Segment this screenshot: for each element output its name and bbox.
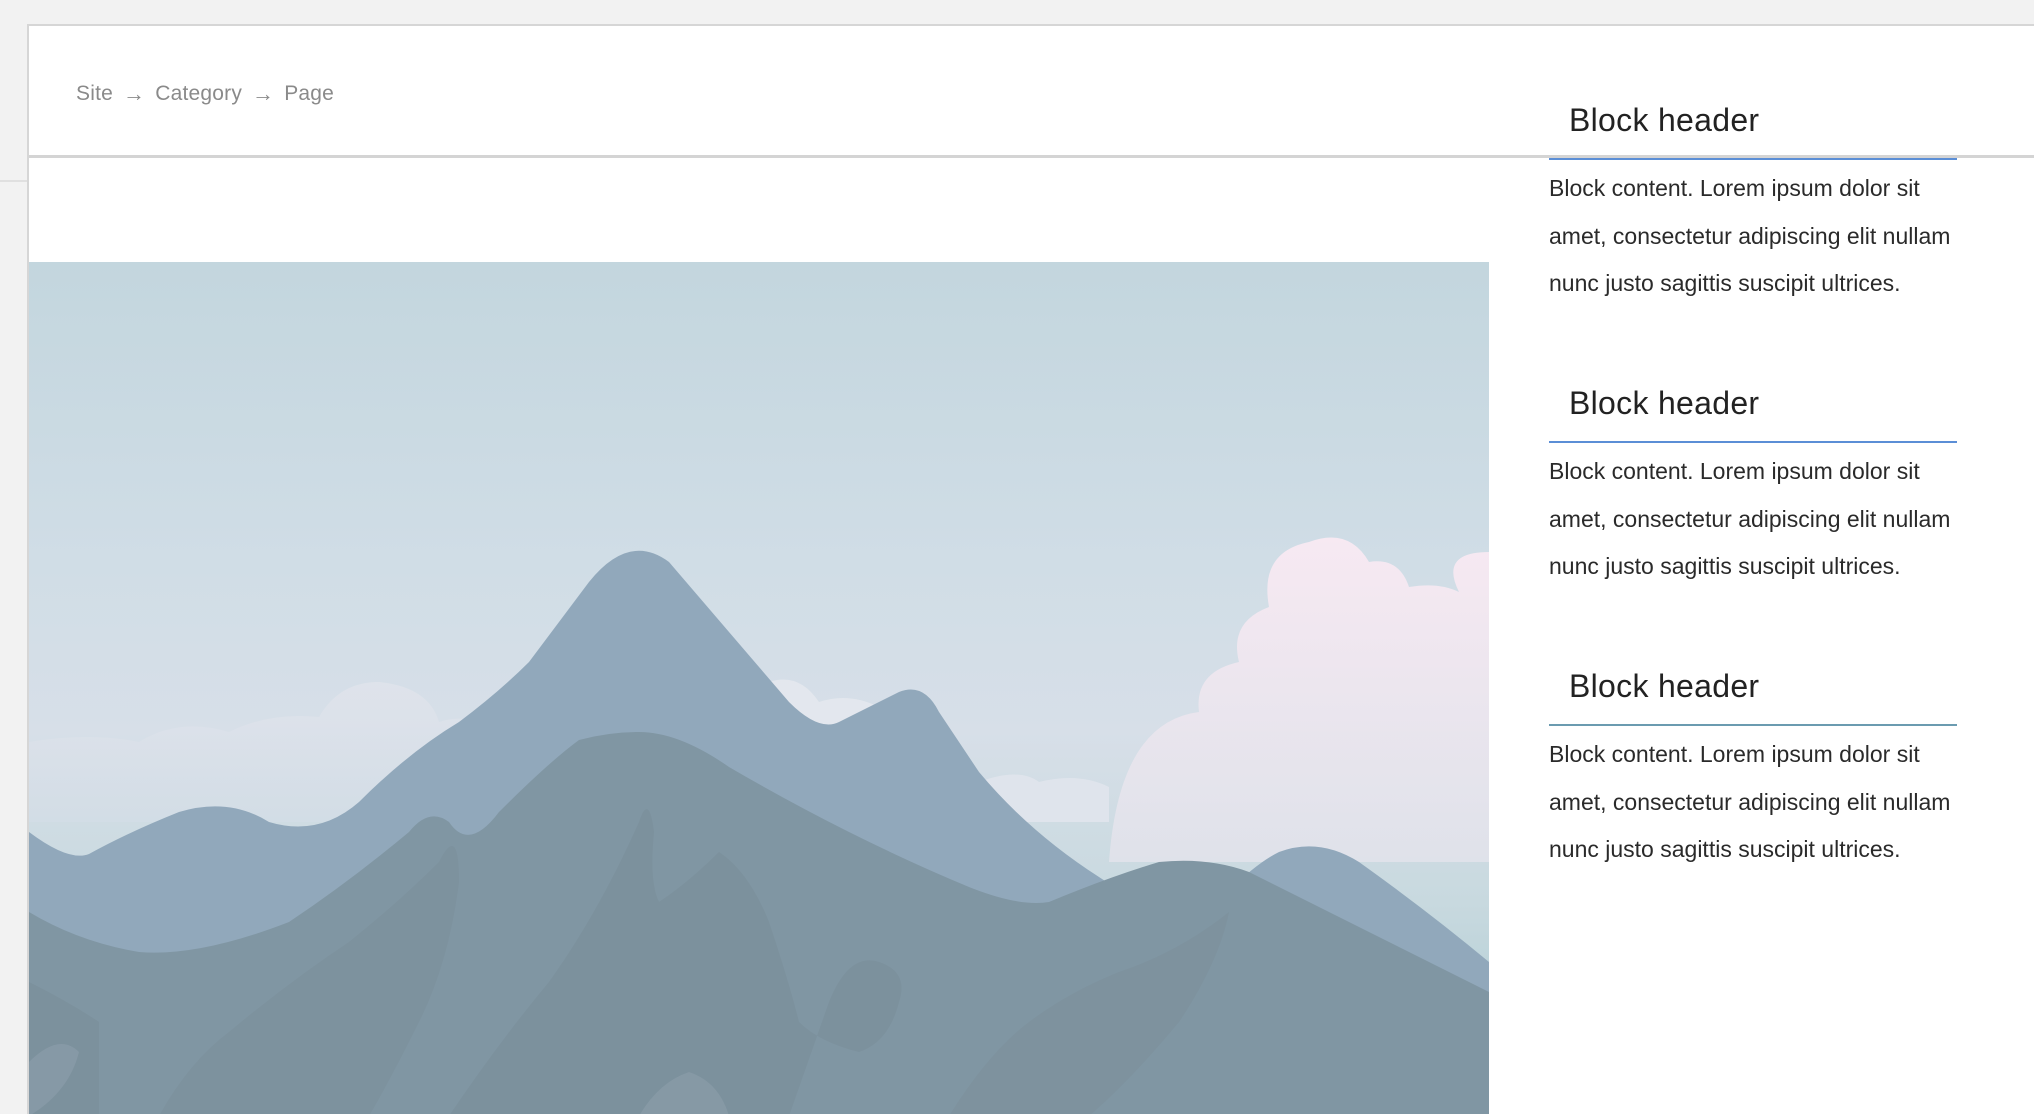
page-canvas: Site → Category → Page Block header Bloc… xyxy=(27,24,2034,1114)
breadcrumb: Site → Category → Page xyxy=(76,81,334,107)
block-content: Block content. Lorem ipsum dolor sit ame… xyxy=(1549,175,1951,297)
gutter-divider xyxy=(0,180,27,182)
block-header: Block header xyxy=(1549,667,1957,727)
sidebar-block-1: Block header Block content. Lorem ipsum … xyxy=(1549,101,1969,308)
sidebar-block-2: Block header Block content. Lorem ipsum … xyxy=(1549,384,1969,591)
block-content: Block content. Lorem ipsum dolor sit ame… xyxy=(1549,741,1951,863)
block-content: Block content. Lorem ipsum dolor sit ame… xyxy=(1549,458,1951,580)
breadcrumb-site-link[interactable]: Site xyxy=(76,82,113,106)
breadcrumb-category-link[interactable]: Category xyxy=(155,82,242,106)
block-header: Block header xyxy=(1549,384,1957,444)
arrow-right-icon: → xyxy=(123,81,146,106)
sidebar-block-3: Block header Block content. Lorem ipsum … xyxy=(1549,667,1969,874)
hero-image xyxy=(29,262,1489,1114)
mountain-landscape-image xyxy=(29,262,1489,1114)
left-gutter xyxy=(0,24,27,1114)
sidebar: Block header Block content. Lorem ipsum … xyxy=(1549,101,1969,950)
arrow-right-icon: → xyxy=(252,81,275,106)
block-header: Block header xyxy=(1549,101,1957,161)
breadcrumb-page-current: Page xyxy=(284,82,335,105)
